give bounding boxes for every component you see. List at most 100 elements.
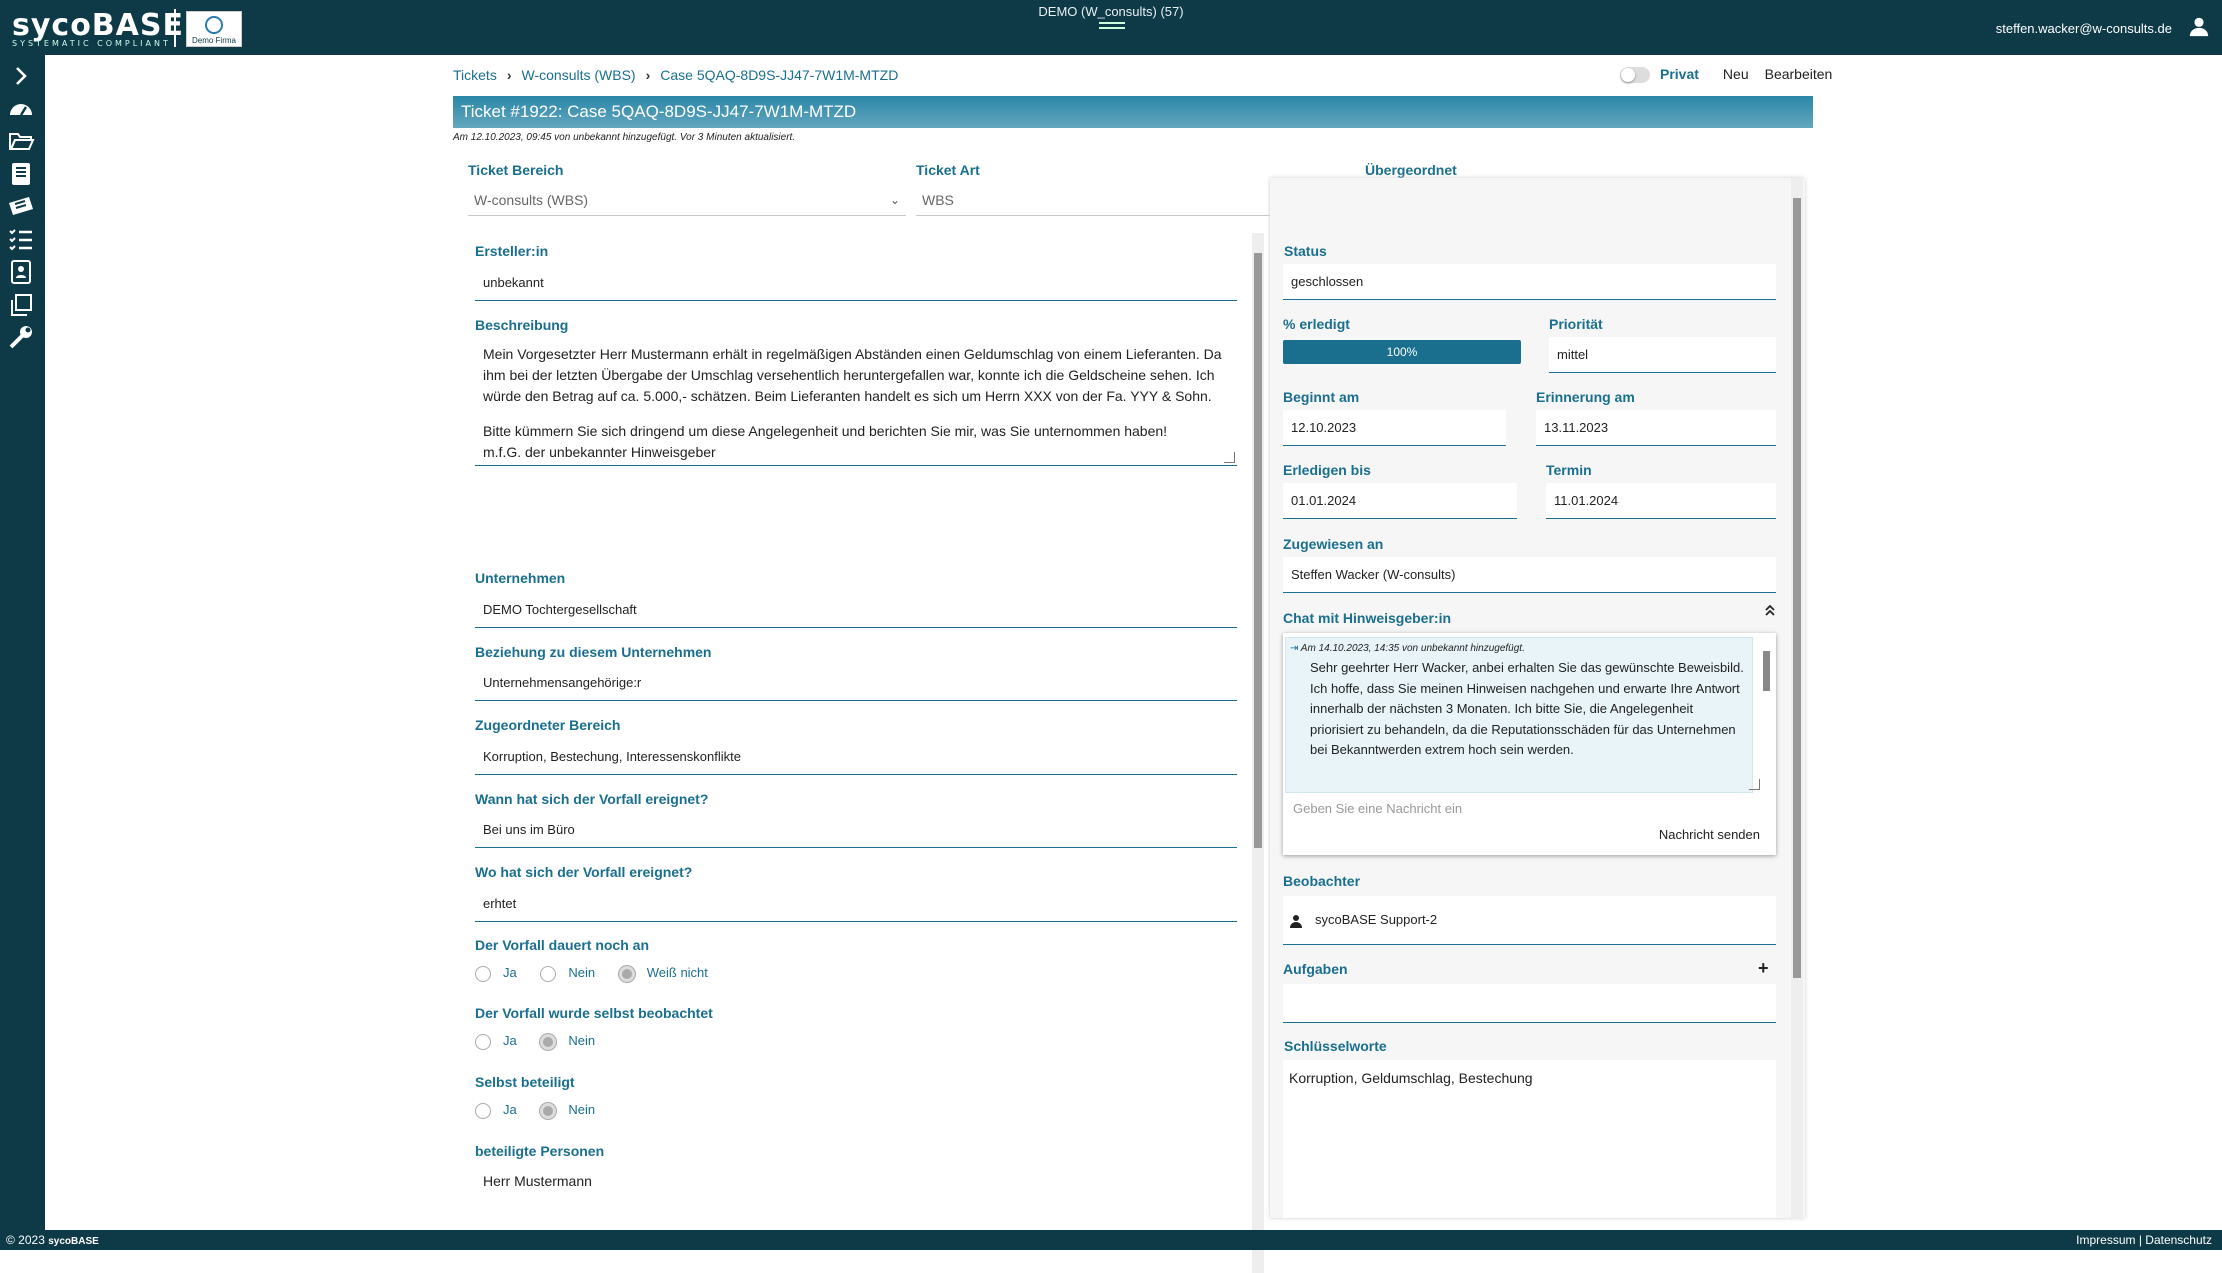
user-icon[interactable] [2188, 15, 2210, 37]
involved-radio-group: Ja Nein [475, 1102, 615, 1119]
footer: © 2023 sycoBASE Impressum | Datenschutz [0, 1230, 2222, 1250]
description-paragraph: Bitte kümmern Sie sich dringend um diese… [483, 423, 1168, 439]
chat-box: ⇥ Am 14.10.2023, 14:35 von unbekannt hin… [1283, 633, 1776, 855]
person-icon [1290, 914, 1302, 928]
ticket-area-value: W-consults (WBS) [474, 192, 589, 208]
chat-scrollbar[interactable] [1763, 651, 1770, 691]
left-scrollbar[interactable] [1254, 253, 1262, 848]
company-label: Unternehmen [475, 570, 566, 586]
when-field[interactable]: Bei uns im Büro [475, 812, 1237, 848]
menu-icon[interactable] [1099, 22, 1125, 32]
status-label: Status [1284, 243, 1327, 259]
radio-label: Nein [568, 1102, 596, 1117]
radio-label: Ja [503, 965, 517, 980]
chevron-double-up-icon[interactable] [1764, 604, 1776, 616]
new-button[interactable]: Neu [1723, 66, 1749, 82]
status-field[interactable]: geschlossen [1283, 264, 1776, 300]
assignee-label: Zugewiesen an [1283, 536, 1384, 552]
ticket-area-label: Ticket Bereich [468, 162, 564, 178]
chat-message-text: Sehr geehrter Herr Wacker, anbei erhalte… [1310, 660, 1744, 757]
copy-icon[interactable] [7, 291, 35, 319]
priority-field[interactable]: mittel [1549, 337, 1776, 373]
dashboard-icon[interactable] [7, 95, 35, 123]
contact-book-icon[interactable] [7, 258, 35, 286]
reminder-date-field[interactable]: 13.11.2023 [1536, 410, 1776, 446]
add-task-icon[interactable]: + [1758, 958, 1769, 979]
radio-label: Ja [503, 1102, 517, 1117]
checklist-icon[interactable] [7, 225, 35, 253]
priority-label: Priorität [1549, 316, 1603, 332]
breadcrumb-tickets[interactable]: Tickets [453, 67, 497, 83]
radio-ja[interactable] [475, 1033, 491, 1050]
company-field[interactable]: DEMO Tochtergesellschaft [475, 592, 1237, 628]
keywords-field[interactable]: Korruption, Geldumschlag, Bestechung [1283, 1060, 1776, 1218]
chat-message-meta: Am 14.10.2023, 14:35 von unbekannt hinzu… [1300, 643, 1525, 654]
radio-label: Nein [568, 1033, 596, 1048]
radio-nein[interactable] [540, 965, 557, 982]
relation-field[interactable]: Unternehmensangehörige:r [475, 665, 1237, 701]
done-progress-bar[interactable]: 100% [1283, 340, 1521, 364]
chat-messages[interactable]: ⇥ Am 14.10.2023, 14:35 von unbekannt hin… [1285, 637, 1753, 793]
footer-links[interactable]: Impressum | Datenschutz [2076, 1233, 2212, 1247]
chat-input[interactable]: Geben Sie eine Nachricht ein [1293, 801, 1462, 816]
ongoing-radio-group: Ja Nein Weiß nicht [475, 965, 728, 982]
breadcrumb-case[interactable]: Case 5QAQ-8D9S-JJ47-7W1M-MTZD [660, 67, 898, 83]
done-percent-label: % erledigt [1283, 316, 1350, 332]
observed-radio-group: Ja Nein [475, 1033, 615, 1050]
top-bar: sycoBASE SYSTEMATIC COMPLIANT Demo Firma… [0, 0, 2222, 55]
assigned-area-label: Zugeordneter Bereich [475, 717, 621, 733]
incoming-message-icon: ⇥ [1290, 643, 1301, 654]
description-textarea[interactable]: Mein Vorgesetzter Herr Mustermann erhält… [475, 342, 1237, 466]
logo-subtitle: SYSTEMATIC COMPLIANT [12, 39, 171, 48]
ticket-type-label: Ticket Art [916, 162, 980, 178]
appointment-label: Termin [1546, 462, 1592, 478]
chevron-right-icon[interactable] [7, 62, 35, 90]
radio-nein[interactable] [540, 1033, 557, 1050]
send-message-button[interactable]: Nachricht senden [1659, 827, 1760, 842]
start-date-field[interactable]: 12.10.2023 [1283, 410, 1506, 446]
start-date-label: Beginnt am [1283, 389, 1360, 405]
radio-label: Ja [503, 1033, 517, 1048]
radio-ja[interactable] [475, 1102, 491, 1119]
radio-ja[interactable] [475, 965, 491, 982]
chat-label: Chat mit Hinweisgeber:in [1283, 610, 1452, 626]
radio-nein[interactable] [540, 1102, 557, 1119]
chevron-down-icon: ⌄ [889, 193, 900, 207]
relation-label: Beziehung zu diesem Unternehmen [475, 644, 712, 660]
book-icon[interactable] [7, 160, 35, 188]
private-toggle[interactable] [1620, 67, 1650, 84]
sidebar [0, 55, 45, 1230]
reminder-date-label: Erinnerung am [1536, 389, 1635, 405]
wrench-icon[interactable] [7, 323, 35, 351]
creator-field[interactable]: unbekannt [475, 265, 1237, 301]
client-logo-text: Demo Firma [191, 36, 236, 45]
persons-field[interactable]: Herr Mustermann [475, 1163, 1237, 1199]
assignee-field[interactable]: Steffen Wacker (W-consults) [1283, 557, 1776, 593]
ongoing-label: Der Vorfall dauert noch an [475, 937, 649, 953]
involved-label: Selbst beteiligt [475, 1074, 575, 1090]
resize-handle-icon[interactable] [1224, 452, 1235, 463]
ticket-icon[interactable] [7, 193, 35, 221]
persons-label: beteiligte Personen [475, 1143, 605, 1159]
appointment-field[interactable]: 11.01.2024 [1546, 483, 1776, 519]
tenant-title[interactable]: DEMO (W_consults) (57) [0, 4, 2222, 19]
when-label: Wann hat sich der Vorfall ereignet? [475, 791, 709, 807]
right-scrollbar[interactable] [1793, 198, 1801, 978]
observer-name: sycoBASE Support-2 [1315, 912, 1438, 927]
resize-handle-icon[interactable] [1749, 779, 1760, 790]
tasks-list[interactable] [1283, 984, 1776, 1023]
observer-item[interactable]: sycoBASE Support-2 [1283, 896, 1776, 945]
edit-button[interactable]: Bearbeiten [1765, 66, 1833, 82]
due-date-field[interactable]: 01.01.2024 [1283, 483, 1517, 519]
ticket-area-select[interactable]: W-consults (WBS) ⌄ [468, 184, 906, 216]
where-field[interactable]: erhtet [475, 886, 1237, 922]
ticket-created-info: Am 12.10.2023, 09:45 von unbekannt hinzu… [453, 132, 796, 143]
assigned-area-field[interactable]: Korruption, Bestechung, Interessenskonfl… [475, 739, 1237, 775]
folder-open-icon[interactable] [7, 127, 35, 155]
breadcrumb-area[interactable]: W-consults (WBS) [522, 67, 636, 83]
radio-label: Nein [568, 965, 596, 980]
radio-weiss-nicht[interactable] [618, 965, 635, 982]
parent-label: Übergeordnet [1365, 162, 1457, 178]
tasks-label: Aufgaben [1283, 961, 1348, 977]
user-email[interactable]: steffen.wacker@w-consults.de [1996, 21, 2172, 36]
